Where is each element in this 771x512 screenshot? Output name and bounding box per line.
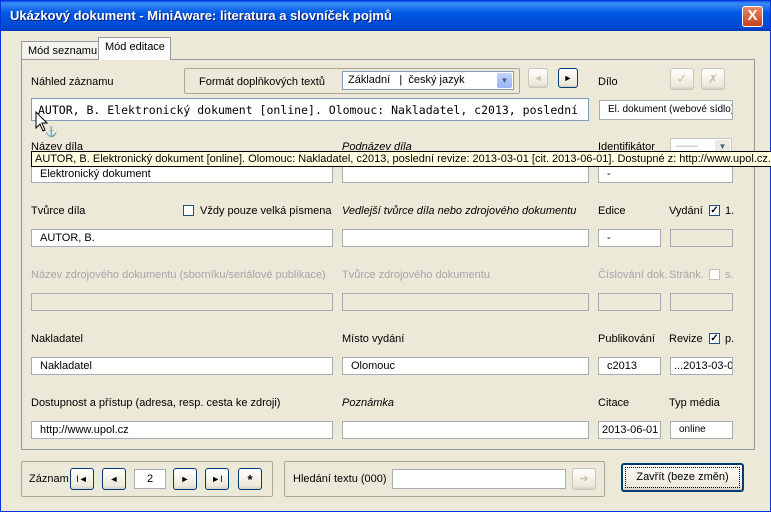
format-label: Formát doplňkových textů [199,76,325,88]
vydani-label: Vydání [669,205,703,217]
new-record-button[interactable]: * [238,468,262,490]
podnazev-field[interactable] [342,165,589,183]
search-go-button[interactable]: ➔ [572,468,596,490]
dostupnost-label: Dostupnost a přístup (adresa, resp. cest… [31,397,281,409]
vedlejsi-field[interactable] [342,229,589,247]
dostupnost-field[interactable]: http://www.upol.cz [31,421,333,439]
nakladatel-label: Nakladatel [31,333,83,345]
misto-field[interactable]: Olomouc [342,357,589,375]
vedlejsi-label: Vedlejší tvůrce díla nebo zdrojového dok… [342,205,577,217]
zdroj-nazev-field[interactable] [31,293,333,311]
revize-field[interactable]: ...2013-03-0 [670,357,733,375]
tab-edit-mode[interactable]: Mód editace [98,37,171,60]
edice-field[interactable]: - [598,229,661,247]
revize-label: Revize [669,333,703,345]
search-input[interactable] [392,469,566,489]
cislovani-field[interactable] [598,293,661,311]
main-window: Ukázkový dokument - MiniAware: literatur… [0,0,771,512]
citace-field[interactable]: 2013-06-01 [598,421,661,439]
mouse-cursor-icon [35,111,49,132]
revize-check-label: p. [725,333,735,345]
record-label: Záznam [29,473,69,485]
nakladatel-field[interactable]: Nakladatel [31,357,333,375]
format-select-value: Základní | český jazyk [348,74,465,86]
dilo-type-field[interactable]: El. dokument (webové sídlo) [599,100,733,120]
revize-checkbox[interactable]: ✓ [709,333,720,344]
tvurce-field[interactable]: AUTOR, B. [31,229,333,247]
tvurce-label: Tvůrce díla [31,205,86,217]
window-title: Ukázkový dokument - MiniAware: literatur… [10,8,392,23]
stranky-check-label: s. [725,269,734,281]
preview-text: AUTOR, B. Elektronický dokument [online]… [38,103,579,117]
uppercase-checkbox-label: Vždy pouze velká písmena [200,205,332,217]
zdroj-tvurce-label: Tvůrce zdrojového dokumentu [342,269,490,281]
vydani-field[interactable] [670,229,733,247]
zdroj-nazev-label: Název zdrojového dokumentu (sborníku/ser… [31,269,326,281]
format-select[interactable]: Základní | český jazyk ▼ [342,71,514,90]
prev-record-button[interactable]: ◄ [102,468,126,490]
chevron-down-icon: ▼ [497,73,512,88]
prev-format-button[interactable]: ◄ [528,68,548,88]
poznamka-field[interactable] [342,421,589,439]
dilo-label: Dílo [598,76,618,88]
edice-label: Edice [598,205,626,217]
typ-media-label: Typ média [669,397,720,409]
zdroj-tvurce-field[interactable] [342,293,589,311]
typ-media-field[interactable]: online [670,421,733,439]
tab-list-mode[interactable]: Mód seznamu [21,41,104,59]
poznamka-label: Poznámka [342,397,394,409]
stranky-field[interactable] [670,293,733,311]
vydani-checkbox[interactable]: ✓ [709,205,720,216]
stranky-checkbox[interactable] [709,269,720,280]
preview-label: Náhled záznamu [31,76,114,88]
uppercase-checkbox[interactable] [183,205,194,216]
identifikator-field[interactable]: - [598,165,733,183]
next-record-button[interactable]: ► [173,468,197,490]
publikovani-field[interactable]: c2013 [598,357,661,375]
citace-label: Citace [598,397,630,409]
first-record-button[interactable]: I◄ [70,468,94,490]
close-no-changes-button[interactable]: Zavřít (beze změn) [621,463,744,492]
misto-label: Místo vydání [342,333,405,345]
vydani-check-label: 1. [725,205,735,217]
next-format-button[interactable]: ► [558,68,578,88]
confirm-button[interactable]: ✓ [670,68,694,90]
record-number-field[interactable]: 2 [134,469,166,489]
search-label: Hledání textu (000) [293,473,387,485]
cislovani-label: Číslování dok. [598,269,668,281]
nazev-field[interactable]: Elektronický dokument [31,165,333,183]
last-record-button[interactable]: ►I [205,468,229,490]
cancel-edit-button[interactable]: ✗ [701,68,725,90]
stranky-label: Stránk. [669,269,704,281]
citation-tooltip: AUTOR, B. Elektronický dokument [online]… [31,151,771,167]
publikovani-label: Publikování [598,333,655,345]
title-bar: Ukázkový dokument - MiniAware: literatur… [1,1,770,31]
close-window-button[interactable]: X [742,6,763,27]
citation-preview: AUTOR, B. Elektronický dokument [online]… [31,98,589,121]
